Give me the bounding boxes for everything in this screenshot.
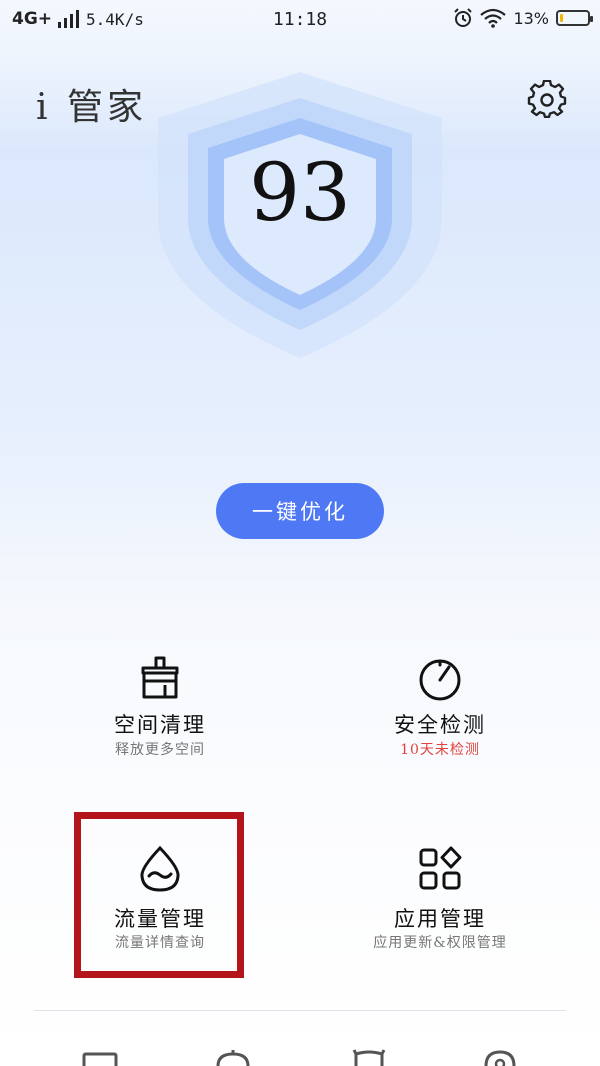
tile-subtitle: 应用更新&权限管理 bbox=[373, 935, 507, 951]
tile-title: 空间清理 bbox=[114, 713, 206, 737]
tile-subtitle: 10天未检测 bbox=[400, 742, 480, 758]
nav-clock-icon[interactable] bbox=[216, 1050, 250, 1066]
highlight-box bbox=[74, 812, 244, 978]
battery-icon bbox=[556, 10, 593, 26]
wifi-icon bbox=[480, 8, 507, 28]
one-click-optimize-button[interactable]: 一键优化 bbox=[216, 483, 384, 539]
apps-grid-icon bbox=[419, 846, 462, 890]
battery-level-fill bbox=[560, 14, 563, 22]
status-right: 13% bbox=[453, 8, 593, 28]
tile-title: 应用管理 bbox=[394, 907, 486, 931]
broom-icon bbox=[141, 656, 179, 699]
tile-title: 安全检测 bbox=[394, 713, 486, 737]
settings-gear-icon[interactable] bbox=[527, 80, 567, 120]
gauge-icon bbox=[419, 659, 461, 701]
divider bbox=[34, 1010, 566, 1011]
health-score: 93 bbox=[249, 146, 351, 239]
app-title: i 管家 bbox=[36, 87, 147, 128]
tile-app-management[interactable]: 应用管理 应用更新&权限管理 bbox=[290, 840, 590, 990]
tile-security-check[interactable]: 安全检测 10天未检测 bbox=[290, 645, 590, 795]
tile-space-cleanup[interactable]: 空间清理 释放更多空间 bbox=[10, 645, 310, 795]
nav-picture-icon[interactable] bbox=[82, 1052, 118, 1066]
status-bar: 4G+ 5.4K/s 11:18 13% bbox=[0, 0, 600, 40]
bottom-nav bbox=[0, 1046, 600, 1066]
nav-shield-icon[interactable] bbox=[352, 1048, 386, 1066]
tile-subtitle: 释放更多空间 bbox=[115, 742, 205, 758]
alarm-icon bbox=[454, 8, 473, 27]
nav-compass-icon[interactable] bbox=[484, 1050, 516, 1066]
battery-percent: 13% bbox=[513, 8, 549, 28]
